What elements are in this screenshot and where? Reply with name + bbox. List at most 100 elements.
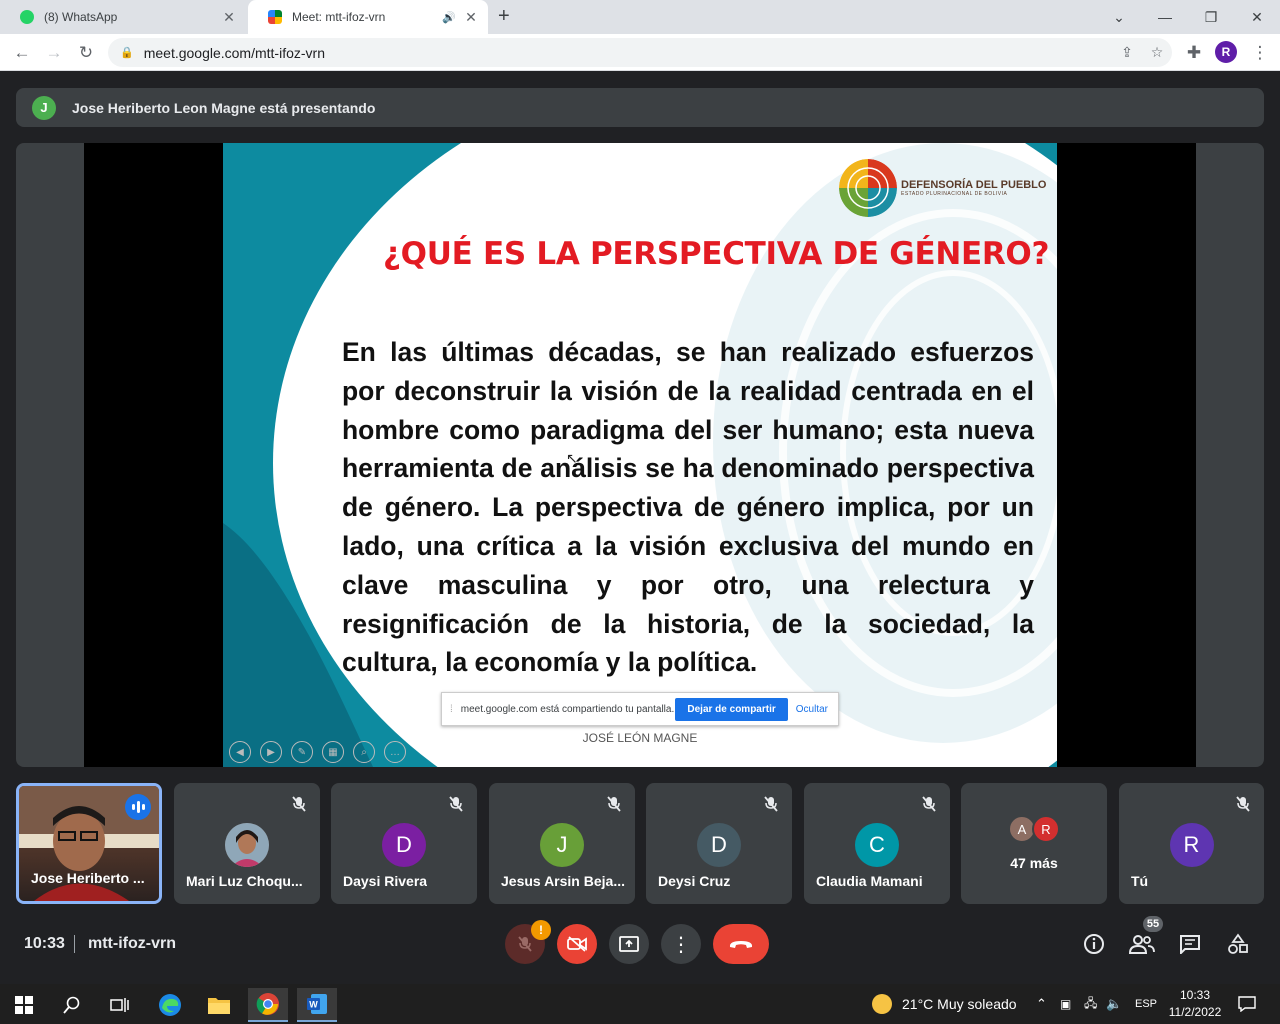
lock-icon[interactable]: 🔒 bbox=[120, 46, 134, 59]
sharing-message: meet.google.com está compartiendo tu pan… bbox=[460, 703, 675, 715]
more-participants-count: 47 más bbox=[1010, 855, 1058, 871]
speaking-indicator-icon bbox=[125, 794, 151, 820]
mic-off-icon bbox=[518, 936, 532, 952]
present-screen-button[interactable] bbox=[609, 924, 649, 964]
presentation-stage: DEFENSORÍA DEL PUEBLO ESTADO PLURINACION… bbox=[16, 143, 1264, 767]
new-tab-button[interactable]: + bbox=[498, 5, 510, 28]
menu-kebab-icon[interactable]: ⋮ bbox=[1248, 41, 1272, 65]
close-tab-icon[interactable]: ✕ bbox=[218, 9, 240, 26]
participant-name: Deysi Cruz bbox=[658, 873, 731, 889]
clock[interactable]: 10:33 11/2/2022 bbox=[1160, 987, 1230, 1021]
slides-grid-icon[interactable]: ▦ bbox=[322, 741, 344, 763]
extensions-icon[interactable]: ✚ bbox=[1182, 41, 1206, 65]
task-view-icon[interactable] bbox=[100, 988, 140, 1022]
search-icon[interactable] bbox=[52, 988, 92, 1022]
word-icon[interactable]: W bbox=[297, 988, 337, 1022]
previous-slide-icon[interactable]: ◀ bbox=[229, 741, 251, 763]
edge-browser-icon[interactable] bbox=[150, 988, 190, 1022]
meeting-time: 10:33 bbox=[24, 935, 65, 952]
leave-call-button[interactable] bbox=[713, 924, 769, 964]
participant-tile[interactable]: D Deysi Cruz bbox=[646, 783, 792, 904]
bookmark-star-icon[interactable]: ☆ bbox=[1142, 44, 1172, 61]
participant-name: Claudia Mamani bbox=[816, 873, 923, 889]
tab-whatsapp[interactable]: (8) WhatsApp ✕ bbox=[0, 0, 246, 34]
reload-icon[interactable]: ↻ bbox=[74, 41, 98, 65]
network-icon[interactable]: 🖧 bbox=[1084, 984, 1097, 1024]
presenting-banner: J Jose Heriberto Leon Magne está present… bbox=[16, 88, 1264, 127]
presentation-slide: DEFENSORÍA DEL PUEBLO ESTADO PLURINACION… bbox=[223, 143, 1057, 767]
meeting-controls-bar: 10:33 mtt-ifoz-vrn ! ⋮ 55 bbox=[0, 916, 1280, 974]
tab-meet[interactable]: Meet: mtt-ifoz-vrn 🔊 ✕ bbox=[248, 0, 488, 34]
participant-avatar: C bbox=[855, 823, 899, 867]
participant-name: Tú bbox=[1131, 873, 1149, 889]
participant-tile-self[interactable]: R Tú bbox=[1119, 783, 1264, 904]
chrome-icon[interactable] bbox=[248, 988, 288, 1022]
meet-icon bbox=[268, 10, 282, 24]
zoom-icon[interactable]: ⌕ bbox=[353, 741, 375, 763]
forward-icon[interactable]: → bbox=[42, 41, 66, 65]
share-icon[interactable]: ⇪ bbox=[1112, 44, 1142, 61]
participant-name: Daysi Rivera bbox=[343, 873, 428, 889]
language-indicator[interactable]: ESP bbox=[1135, 984, 1157, 1024]
profile-avatar[interactable]: R bbox=[1215, 41, 1237, 63]
tab-search-icon[interactable]: ⌄ bbox=[1096, 0, 1142, 34]
tab-title: Meet: mtt-ifoz-vrn bbox=[292, 10, 386, 24]
notifications-icon[interactable] bbox=[1238, 984, 1256, 1024]
file-explorer-icon[interactable] bbox=[199, 988, 239, 1022]
participant-tile[interactable]: Mari Luz Choqu... bbox=[174, 783, 320, 904]
drag-handle-icon[interactable]: ⁞ bbox=[450, 704, 453, 715]
minimize-button[interactable]: — bbox=[1142, 0, 1188, 34]
windows-start-icon[interactable] bbox=[4, 988, 44, 1022]
show-hidden-icons[interactable]: ⌃ bbox=[1036, 984, 1047, 1024]
slideshow-controls: ◀ ▶ ✎ ▦ ⌕ … bbox=[229, 741, 406, 763]
logo-name: DEFENSORÍA DEL PUEBLO bbox=[901, 179, 1047, 191]
participant-tile[interactable]: J Jesus Arsin Beja... bbox=[489, 783, 635, 904]
meet-tray-icon[interactable]: ▣ bbox=[1060, 984, 1071, 1024]
participant-name: Jose Heriberto ... bbox=[31, 870, 145, 886]
slide-title: ¿QUÉ ES LA PERSPECTIVA DE GÉNERO? bbox=[383, 236, 1050, 272]
more-participants-tile[interactable]: A R 47 más bbox=[961, 783, 1107, 904]
restore-button[interactable]: ❐ bbox=[1188, 0, 1234, 34]
participant-avatar: R bbox=[1169, 823, 1214, 867]
pen-icon[interactable]: ✎ bbox=[291, 741, 313, 763]
slide-body: En las últimas décadas, se han realizado… bbox=[342, 337, 1034, 678]
next-slide-icon[interactable]: ▶ bbox=[260, 741, 282, 763]
browser-toolbar: ← → ↻ 🔒 meet.google.com/mtt-ifoz-vrn ⇪ ☆… bbox=[0, 34, 1280, 71]
hide-button[interactable]: Ocultar bbox=[796, 704, 828, 715]
participant-tile[interactable]: D Daysi Rivera bbox=[331, 783, 477, 904]
activities-icon[interactable] bbox=[1224, 930, 1252, 958]
participant-tile[interactable]: C Claudia Mamani bbox=[804, 783, 950, 904]
back-icon[interactable]: ← bbox=[10, 41, 34, 65]
chat-icon[interactable] bbox=[1176, 930, 1204, 958]
mic-off-icon bbox=[292, 796, 306, 812]
url-text: meet.google.com/mtt-ifoz-vrn bbox=[143, 44, 325, 61]
more-options-icon[interactable]: … bbox=[384, 741, 406, 763]
stop-sharing-button[interactable]: Dejar de compartir bbox=[675, 697, 788, 721]
participant-tile-presenter[interactable]: Jose Heriberto ... bbox=[16, 783, 162, 904]
mic-off-icon bbox=[607, 796, 621, 812]
mic-alert-badge[interactable]: ! bbox=[531, 920, 551, 940]
people-count-badge: 55 bbox=[1143, 916, 1163, 932]
participant-avatar: R bbox=[1032, 815, 1060, 843]
present-icon bbox=[619, 936, 639, 952]
close-tab-icon[interactable]: ✕ bbox=[460, 9, 482, 26]
svg-text:W: W bbox=[309, 1000, 318, 1010]
meeting-details-icon[interactable] bbox=[1080, 930, 1108, 958]
participant-avatar: D bbox=[697, 823, 741, 867]
people-icon[interactable] bbox=[1128, 930, 1156, 958]
participant-photo bbox=[225, 823, 269, 867]
tab-strip: (8) WhatsApp ✕ Meet: mtt-ifoz-vrn 🔊 ✕ + … bbox=[0, 0, 1280, 34]
mouse-cursor-icon: ↖ bbox=[566, 450, 578, 466]
mic-off-icon bbox=[449, 796, 463, 812]
weather-widget[interactable]: 21°C Muy soleado bbox=[872, 984, 1017, 1024]
volume-icon[interactable]: 🔈 bbox=[1106, 984, 1122, 1024]
address-bar[interactable]: 🔒 meet.google.com/mtt-ifoz-vrn ⇪ ☆ bbox=[108, 38, 1172, 67]
windows-taskbar: W 21°C Muy soleado ⌃ ▣ 🖧 🔈 ESP 10:33 11/… bbox=[0, 984, 1280, 1024]
mic-off-icon bbox=[1236, 796, 1250, 812]
more-avatars: A R bbox=[1008, 815, 1060, 843]
more-options-button[interactable]: ⋮ bbox=[661, 924, 701, 964]
close-window-button[interactable]: ✕ bbox=[1234, 0, 1280, 34]
audio-playing-icon[interactable]: 🔊 bbox=[442, 11, 458, 24]
camera-toggle-button[interactable] bbox=[557, 924, 597, 964]
mic-off-icon bbox=[922, 796, 936, 812]
